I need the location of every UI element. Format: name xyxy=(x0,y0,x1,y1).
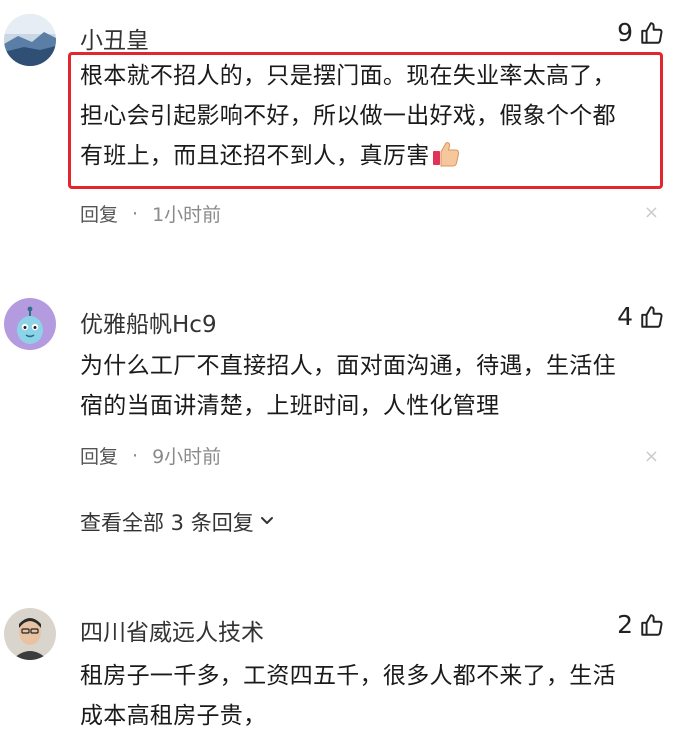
like-count: 2 xyxy=(617,610,633,639)
reply-button[interactable]: 回复 xyxy=(80,200,118,227)
like-button[interactable]: 9 xyxy=(617,18,665,47)
avatar[interactable] xyxy=(4,298,56,350)
avatar[interactable] xyxy=(4,608,56,660)
comment-line: 成本高租房子贵， xyxy=(80,703,267,729)
comment-line: 担心会引起影响不好，所以做一出好戏，假象个个都 xyxy=(80,103,616,129)
thumbs-up-icon xyxy=(639,20,665,46)
reply-button[interactable]: 回复 xyxy=(80,442,118,469)
comment-meta: 回复 · 1小时前 xyxy=(80,200,221,227)
comment-text: 租房子一千多，工资四五千，很多人都不来了，生活 成本高租房子贵， xyxy=(80,656,650,736)
view-replies-link[interactable]: 查看全部 3 条回复 xyxy=(80,507,276,537)
comment-item: 优雅船帆Hc9 4 为什么工厂不直接招人，面对面沟通，待遇，生活住 宿的当面讲清… xyxy=(0,290,687,550)
comment-item: 四川省威远人技术 2 租房子一千多，工资四五千，很多人都不来了，生活 成本高租房… xyxy=(0,598,687,732)
timestamp: 1小时前 xyxy=(152,204,222,226)
avatar-image xyxy=(4,298,56,350)
chevron-down-icon xyxy=(258,510,276,534)
username[interactable]: 四川省威远人技术 xyxy=(80,613,264,647)
comment-item: 小丑皇 9 根本就不招人的，只是摆门面。现在失业率太高了， 担心会引起影响不好，… xyxy=(0,0,687,260)
like-button[interactable]: 4 xyxy=(617,302,665,331)
thumbs-up-icon xyxy=(639,612,665,638)
view-replies-label: 查看全部 3 条回复 xyxy=(80,511,254,535)
like-count: 4 xyxy=(617,302,633,331)
comment-text: 为什么工厂不直接招人，面对面沟通，待遇，生活住 宿的当面讲清楚，上班时间，人性化… xyxy=(80,346,650,426)
thumbs-up-icon xyxy=(639,304,665,330)
timestamp: 9小时前 xyxy=(152,446,222,468)
avatar-image xyxy=(4,14,56,66)
comment-line: 为什么工厂不直接招人，面对面沟通，待遇，生活住 xyxy=(80,353,616,379)
close-icon[interactable]: × xyxy=(644,446,659,467)
comment-meta: 回复 · 9小时前 xyxy=(80,442,221,469)
meta-separator: · xyxy=(132,444,139,467)
comment-line: 有班上，而且还招不到人，真厉害 xyxy=(80,143,430,169)
thumbs-up-emoji-icon xyxy=(432,140,460,180)
close-icon[interactable]: × xyxy=(644,202,659,223)
comment-line: 根本就不招人的，只是摆门面。现在失业率太高了， xyxy=(80,63,616,89)
username[interactable]: 优雅船帆Hc9 xyxy=(80,305,217,339)
like-count: 9 xyxy=(617,18,633,47)
like-button[interactable]: 2 xyxy=(617,610,665,639)
avatar[interactable] xyxy=(4,14,56,66)
comment-text: 根本就不招人的，只是摆门面。现在失业率太高了， 担心会引起影响不好，所以做一出好… xyxy=(80,56,650,180)
comment-line-last: 有班上，而且还招不到人，真厉害 xyxy=(80,136,650,180)
avatar-image xyxy=(4,608,56,660)
meta-separator: · xyxy=(132,202,139,225)
username[interactable]: 小丑皇 xyxy=(80,21,149,55)
comment-line: 租房子一千多，工资四五千，很多人都不来了，生活 xyxy=(80,663,616,689)
comment-line: 宿的当面讲清楚，上班时间，人性化管理 xyxy=(80,393,500,419)
